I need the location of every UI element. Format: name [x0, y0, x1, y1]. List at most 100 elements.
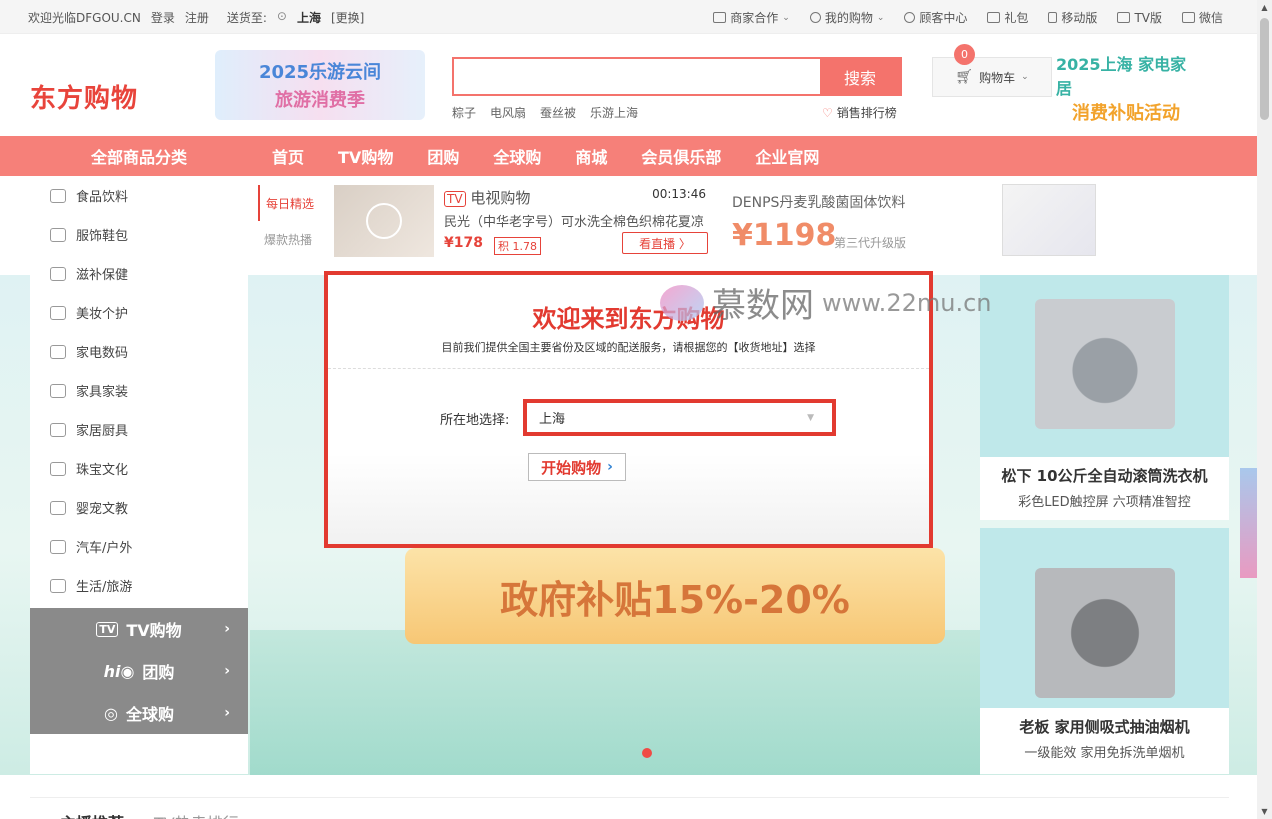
product-caption: 松下 10公斤全自动滚筒洗衣机 彩色LED触控屏 六项精准智控 — [980, 457, 1229, 520]
dropdown-arrow-icon: ▼ — [807, 412, 814, 423]
cart-button[interactable]: 🛒︎ 购物车 ⌄ — [932, 57, 1052, 97]
watch-live-button[interactable]: 看直播 〉 — [622, 232, 708, 254]
tab-host-recommend[interactable]: 主播推荐 — [60, 810, 124, 819]
tab-hot-broadcast[interactable]: 爆款热播 — [258, 221, 328, 257]
subsidy-banner[interactable]: 政府补贴15%-20% — [405, 548, 945, 644]
welcome-text: 欢迎光临DFGOU.CN — [28, 11, 141, 25]
hi-icon: hi◉ — [103, 661, 135, 681]
nav-tv-shopping[interactable]: TV购物 — [338, 144, 393, 168]
category-item[interactable]: 婴宠文教 — [30, 488, 248, 527]
gift-link[interactable]: 礼包 — [987, 9, 1028, 26]
search-input[interactable] — [454, 59, 820, 94]
category-item[interactable]: 珠宝文化 — [30, 449, 248, 488]
channel-group-buy[interactable]: hi◉ 团购 › — [30, 650, 248, 692]
sales-rank-link[interactable]: ♡ 销售排行榜 — [822, 104, 897, 121]
nav-global[interactable]: 全球购 — [493, 144, 541, 168]
tab-tv-bestsellers[interactable]: TV热卖排行 — [154, 810, 239, 819]
headset-icon — [904, 12, 916, 23]
ad-line-2: 旅游消费季 — [275, 90, 365, 111]
login-link[interactable]: 登录 — [151, 9, 175, 26]
merchant-link[interactable]: 商家合作 ⌄ — [713, 9, 790, 26]
gift-icon — [987, 12, 1001, 23]
my-shopping-link[interactable]: 我的购物 ⌄ — [809, 9, 884, 26]
ad-price: ¥1198 — [732, 218, 837, 253]
nav-member-club[interactable]: 会员俱乐部 — [641, 144, 721, 168]
site-logo[interactable]: 东方购物 — [30, 78, 138, 115]
chevron-right-icon: › — [224, 621, 230, 637]
nav-mall[interactable]: 商城 — [575, 144, 607, 168]
tv-live-card[interactable]: TV 电视购物 00:13:46 民光（中华老字号）可水洗全棉色织棉花夏凉 ¥1… — [334, 185, 714, 257]
category-item[interactable]: 美妆个护 — [30, 293, 248, 332]
baby-pet-icon — [50, 500, 66, 515]
modal-subtitle: 目前我们提供全国主要省份及区域的配送服务，请根据您的【收货地址】选择 — [441, 341, 816, 354]
top-bar-left: 欢迎光临DFGOU.CN 登录 注册 送货至: ⊙ 上海 [更换] — [28, 9, 364, 26]
carousel-dot-active[interactable] — [642, 748, 652, 758]
user-icon — [809, 12, 821, 23]
category-item[interactable]: 服饰鞋包 — [30, 215, 248, 254]
hot-word[interactable]: 蚕丝被 — [540, 104, 576, 121]
tv-thumbnail[interactable] — [334, 185, 434, 257]
wechat-link[interactable]: 微信 — [1181, 9, 1223, 26]
hot-words: 粽子 电风扇 蚕丝被 乐游上海 — [452, 104, 638, 121]
nav-corporate[interactable]: 企业官网 — [755, 144, 819, 168]
category-item[interactable]: 汽车/户外 — [30, 527, 248, 566]
globe-icon: ◎ — [104, 703, 118, 723]
ad-title: DENPS丹麦乳酸菌固体饮料 — [732, 195, 906, 211]
search-button[interactable]: 搜索 — [820, 59, 900, 94]
probiotic-ad[interactable]: DENPS丹麦乳酸菌固体饮料 ¥1198 第三代升级版 — [724, 178, 1104, 260]
register-link[interactable]: 注册 — [185, 9, 209, 26]
city-illustration — [250, 630, 980, 775]
category-item[interactable]: 家电数码 — [30, 332, 248, 371]
main-nav: 全部商品分类 首页 TV购物 团购 全球购 商城 会员俱乐部 企业官网 — [0, 136, 1257, 176]
travel-season-ad[interactable]: 2025乐游云间 旅游消费季 — [215, 50, 425, 120]
channel-tv-shopping[interactable]: TV TV购物 › — [30, 608, 248, 650]
product-card-washer[interactable]: 松下 10公斤全自动滚筒洗衣机 彩色LED触控屏 六项精准智控 — [980, 275, 1229, 520]
side-promo-strip[interactable] — [1240, 468, 1257, 578]
recommend-tabs: 主播推荐 TV热卖排行 — [30, 797, 1229, 819]
category-item[interactable]: 家居厨具 — [30, 410, 248, 449]
ad-subtitle: 第三代升级版 — [834, 236, 907, 250]
category-item[interactable]: 食品饮料 — [30, 176, 248, 215]
channel-global[interactable]: ◎ 全球购 › — [30, 692, 248, 734]
scroll-down-icon[interactable]: ▼ — [1257, 804, 1272, 819]
diamond-icon — [713, 12, 727, 23]
food-icon — [50, 188, 66, 203]
top-bar: 欢迎光临DFGOU.CN 登录 注册 送货至: ⊙ 上海 [更换] 商家合作 ⌄ … — [0, 0, 1257, 34]
tv-icon — [1117, 12, 1131, 23]
nav-group-buy[interactable]: 团购 — [427, 144, 459, 168]
chevron-down-icon: ⌄ — [782, 12, 790, 23]
tab-daily-picks[interactable]: 每日精选 — [258, 185, 328, 221]
mobile-link[interactable]: 移动版 — [1048, 9, 1097, 26]
kitchen-icon — [50, 422, 66, 437]
scroll-thumb[interactable] — [1260, 18, 1269, 120]
page-scrollbar[interactable]: ▲ ▼ — [1257, 0, 1272, 819]
subsidy-ad-line-2: 消费补贴活动 — [1072, 103, 1180, 124]
travel-icon — [50, 578, 66, 593]
watermark-logo-icon — [660, 284, 704, 321]
promo-tabs: 每日精选 爆款热播 — [258, 185, 328, 257]
location-select[interactable]: 上海 ▼ — [523, 399, 836, 436]
all-categories-button[interactable]: 全部商品分类 — [30, 136, 248, 176]
tv-product-desc[interactable]: 民光（中华老字号）可水洗全棉色织棉花夏凉 — [444, 211, 706, 230]
product-desc: 一级能效 家用免拆洗单烟机 — [1024, 746, 1185, 761]
hot-word[interactable]: 乐游上海 — [590, 104, 638, 121]
start-shopping-button[interactable]: 开始购物 › — [528, 453, 626, 481]
product-name: 松下 10公斤全自动滚筒洗衣机 — [1001, 467, 1208, 485]
subsidy-ad-line-1: 2025上海 家电家居 — [1056, 55, 1187, 98]
hot-word[interactable]: 粽子 — [452, 104, 476, 121]
chevron-right-icon: › — [224, 705, 230, 721]
subsidy-text: 政府补贴15%-20% — [500, 577, 850, 622]
scroll-up-icon[interactable]: ▲ — [1257, 0, 1272, 15]
tv-link[interactable]: TV版 — [1117, 9, 1162, 26]
customer-center-link[interactable]: 顾客中心 — [904, 9, 967, 26]
hot-word[interactable]: 电风扇 — [490, 104, 526, 121]
category-item[interactable]: 生活/旅游 — [30, 566, 248, 605]
watermark-url: www.22mu.cn — [822, 288, 992, 317]
nav-home[interactable]: 首页 — [272, 144, 304, 168]
cosmetics-icon — [50, 305, 66, 320]
change-city-link[interactable]: [更换] — [331, 9, 364, 26]
subsidy-ad[interactable]: 2025上海 家电家居 消费补贴活动 — [1056, 55, 1196, 124]
category-item[interactable]: 滋补保健 — [30, 254, 248, 293]
product-card-range-hood[interactable]: 老板 家用侧吸式抽油烟机 一级能效 家用免拆洗单烟机 — [980, 528, 1229, 774]
category-item[interactable]: 家具家装 — [30, 371, 248, 410]
